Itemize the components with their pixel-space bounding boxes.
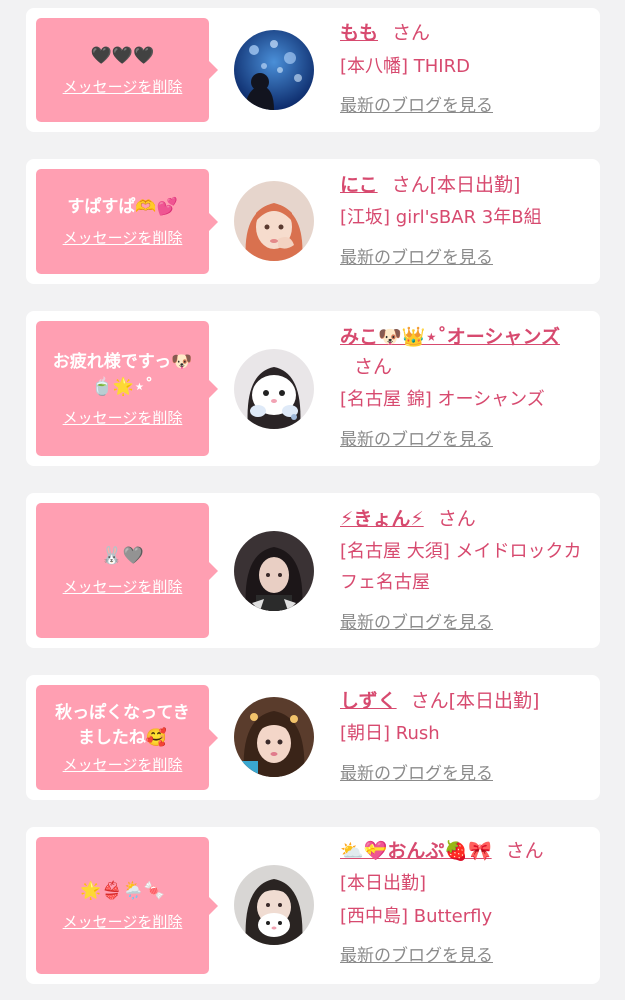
message-text: すぱすぱ🫶💕 <box>67 197 178 217</box>
delete-message-link[interactable]: メッセージを削除 <box>63 77 183 97</box>
store-name: [西中島] Butterfly <box>340 906 493 927</box>
latest-blog-link[interactable]: 最新のブログを見る <box>340 941 493 971</box>
message-text: 秋っぽくなってき ましたね🥰 <box>55 702 190 748</box>
girl-info: しずく さん[本日出勤] [朝日] Rush 最新のブログを見る <box>340 686 592 789</box>
store-name: [名古屋 錦] オーシャンズ <box>340 389 545 410</box>
honorific: さん <box>505 840 544 862</box>
message-bubble: 秋っぽくなってき ましたね🥰 メッセージを削除 <box>36 685 218 790</box>
message-text: 🖤🖤🖤 <box>90 45 155 66</box>
girl-card: 🖤🖤🖤 メッセージを削除 もも さん [本八幡] THIRD 最新のブログを見る <box>26 8 600 132</box>
girl-card: お疲れ様ですっ🐶 🍵🌟⋆˚ メッセージを削除 みこ🐶👑⋆˚オーシャンズさん [名… <box>26 311 600 466</box>
girl-name-link[interactable]: しずく <box>340 690 397 712</box>
girl-card: 秋っぽくなってき ましたね🥰 メッセージを削除 しずく さん[本日出勤] [朝日]… <box>26 675 600 800</box>
message-text: 🌟👙🌦️🍬 <box>80 881 165 901</box>
store-name: [本八幡] THIRD <box>340 56 470 77</box>
avatar[interactable] <box>234 531 314 611</box>
delete-message-link[interactable]: メッセージを削除 <box>63 755 183 775</box>
girl-name-link[interactable]: ⛅💝おんぷ🍓🎀 <box>340 840 492 862</box>
latest-blog-link[interactable]: 最新のブログを見る <box>340 243 493 273</box>
delete-message-link[interactable]: メッセージを削除 <box>63 577 183 597</box>
latest-blog-link[interactable]: 最新のブログを見る <box>340 91 493 121</box>
store-name: [朝日] Rush <box>340 723 440 744</box>
message-bubble: 🌟👙🌦️🍬 メッセージを削除 <box>36 837 218 974</box>
girl-info: みこ🐶👑⋆˚オーシャンズさん [名古屋 錦] オーシャンズ 最新のブログを見る <box>340 322 592 455</box>
girl-card: 🐰🩶 メッセージを削除 ⚡きょん⚡ さん [名古屋 大須] メイドロックカフェ名古… <box>26 493 600 648</box>
delete-message-link[interactable]: メッセージを削除 <box>63 408 183 428</box>
latest-blog-link[interactable]: 最新のブログを見る <box>340 425 493 455</box>
honorific: さん <box>391 174 430 196</box>
message-text: お疲れ様ですっ🐶 🍵🌟⋆˚ <box>52 351 193 397</box>
honorific: さん <box>437 508 476 530</box>
message-bubble: すぱすぱ🫶💕 メッセージを削除 <box>36 169 218 274</box>
message-bubble: 🐰🩶 メッセージを削除 <box>36 503 218 638</box>
girl-info: にこ さん[本日出勤] [江坂] girl'sBAR 3年B組 最新のブログを見る <box>340 170 592 273</box>
girl-info: ⚡きょん⚡ さん [名古屋 大須] メイドロックカフェ名古屋 最新のブログを見る <box>340 504 592 638</box>
girl-info: もも さん [本八幡] THIRD 最新のブログを見る <box>340 18 592 121</box>
girl-name-link[interactable]: みこ🐶👑⋆˚オーシャンズ <box>340 326 560 348</box>
honorific: さん <box>392 22 431 44</box>
avatar[interactable] <box>234 865 314 945</box>
name-suffix: [本日出勤] <box>448 690 540 712</box>
latest-blog-link[interactable]: 最新のブログを見る <box>340 608 493 638</box>
message-text: 🐰🩶 <box>101 546 144 566</box>
avatar[interactable] <box>234 349 314 429</box>
latest-blog-link[interactable]: 最新のブログを見る <box>340 759 493 789</box>
girl-card: 🌟👙🌦️🍬 メッセージを削除 ⛅💝おんぷ🍓🎀 さん [本日出勤] [西中島] Bu… <box>26 827 600 984</box>
girl-card: すぱすぱ🫶💕 メッセージを削除 にこ さん[本日出勤] [江坂] girl'sBA… <box>26 159 600 284</box>
honorific: さん <box>410 690 449 712</box>
avatar[interactable] <box>234 697 314 777</box>
delete-message-link[interactable]: メッセージを削除 <box>63 228 183 248</box>
girl-info: ⛅💝おんぷ🍓🎀 さん [本日出勤] [西中島] Butterfly 最新のブログを… <box>340 836 592 971</box>
store-name: [江坂] girl'sBAR 3年B組 <box>340 207 542 228</box>
message-bubble: お疲れ様ですっ🐶 🍵🌟⋆˚ メッセージを削除 <box>36 321 218 456</box>
delete-message-link[interactable]: メッセージを削除 <box>63 912 183 932</box>
avatar[interactable] <box>234 181 314 261</box>
girl-name-link[interactable]: にこ <box>340 174 378 196</box>
girl-name-link[interactable]: もも <box>340 22 378 44</box>
name-suffix: [本日出勤] <box>429 174 521 196</box>
girl-name-link[interactable]: ⚡きょん⚡ <box>340 508 424 530</box>
work-status: [本日出勤] <box>340 873 427 894</box>
store-name: [名古屋 大須] メイドロックカフェ名古屋 <box>340 541 582 593</box>
avatar[interactable] <box>234 30 314 110</box>
honorific: さん <box>354 356 393 378</box>
message-bubble: 🖤🖤🖤 メッセージを削除 <box>36 18 218 122</box>
